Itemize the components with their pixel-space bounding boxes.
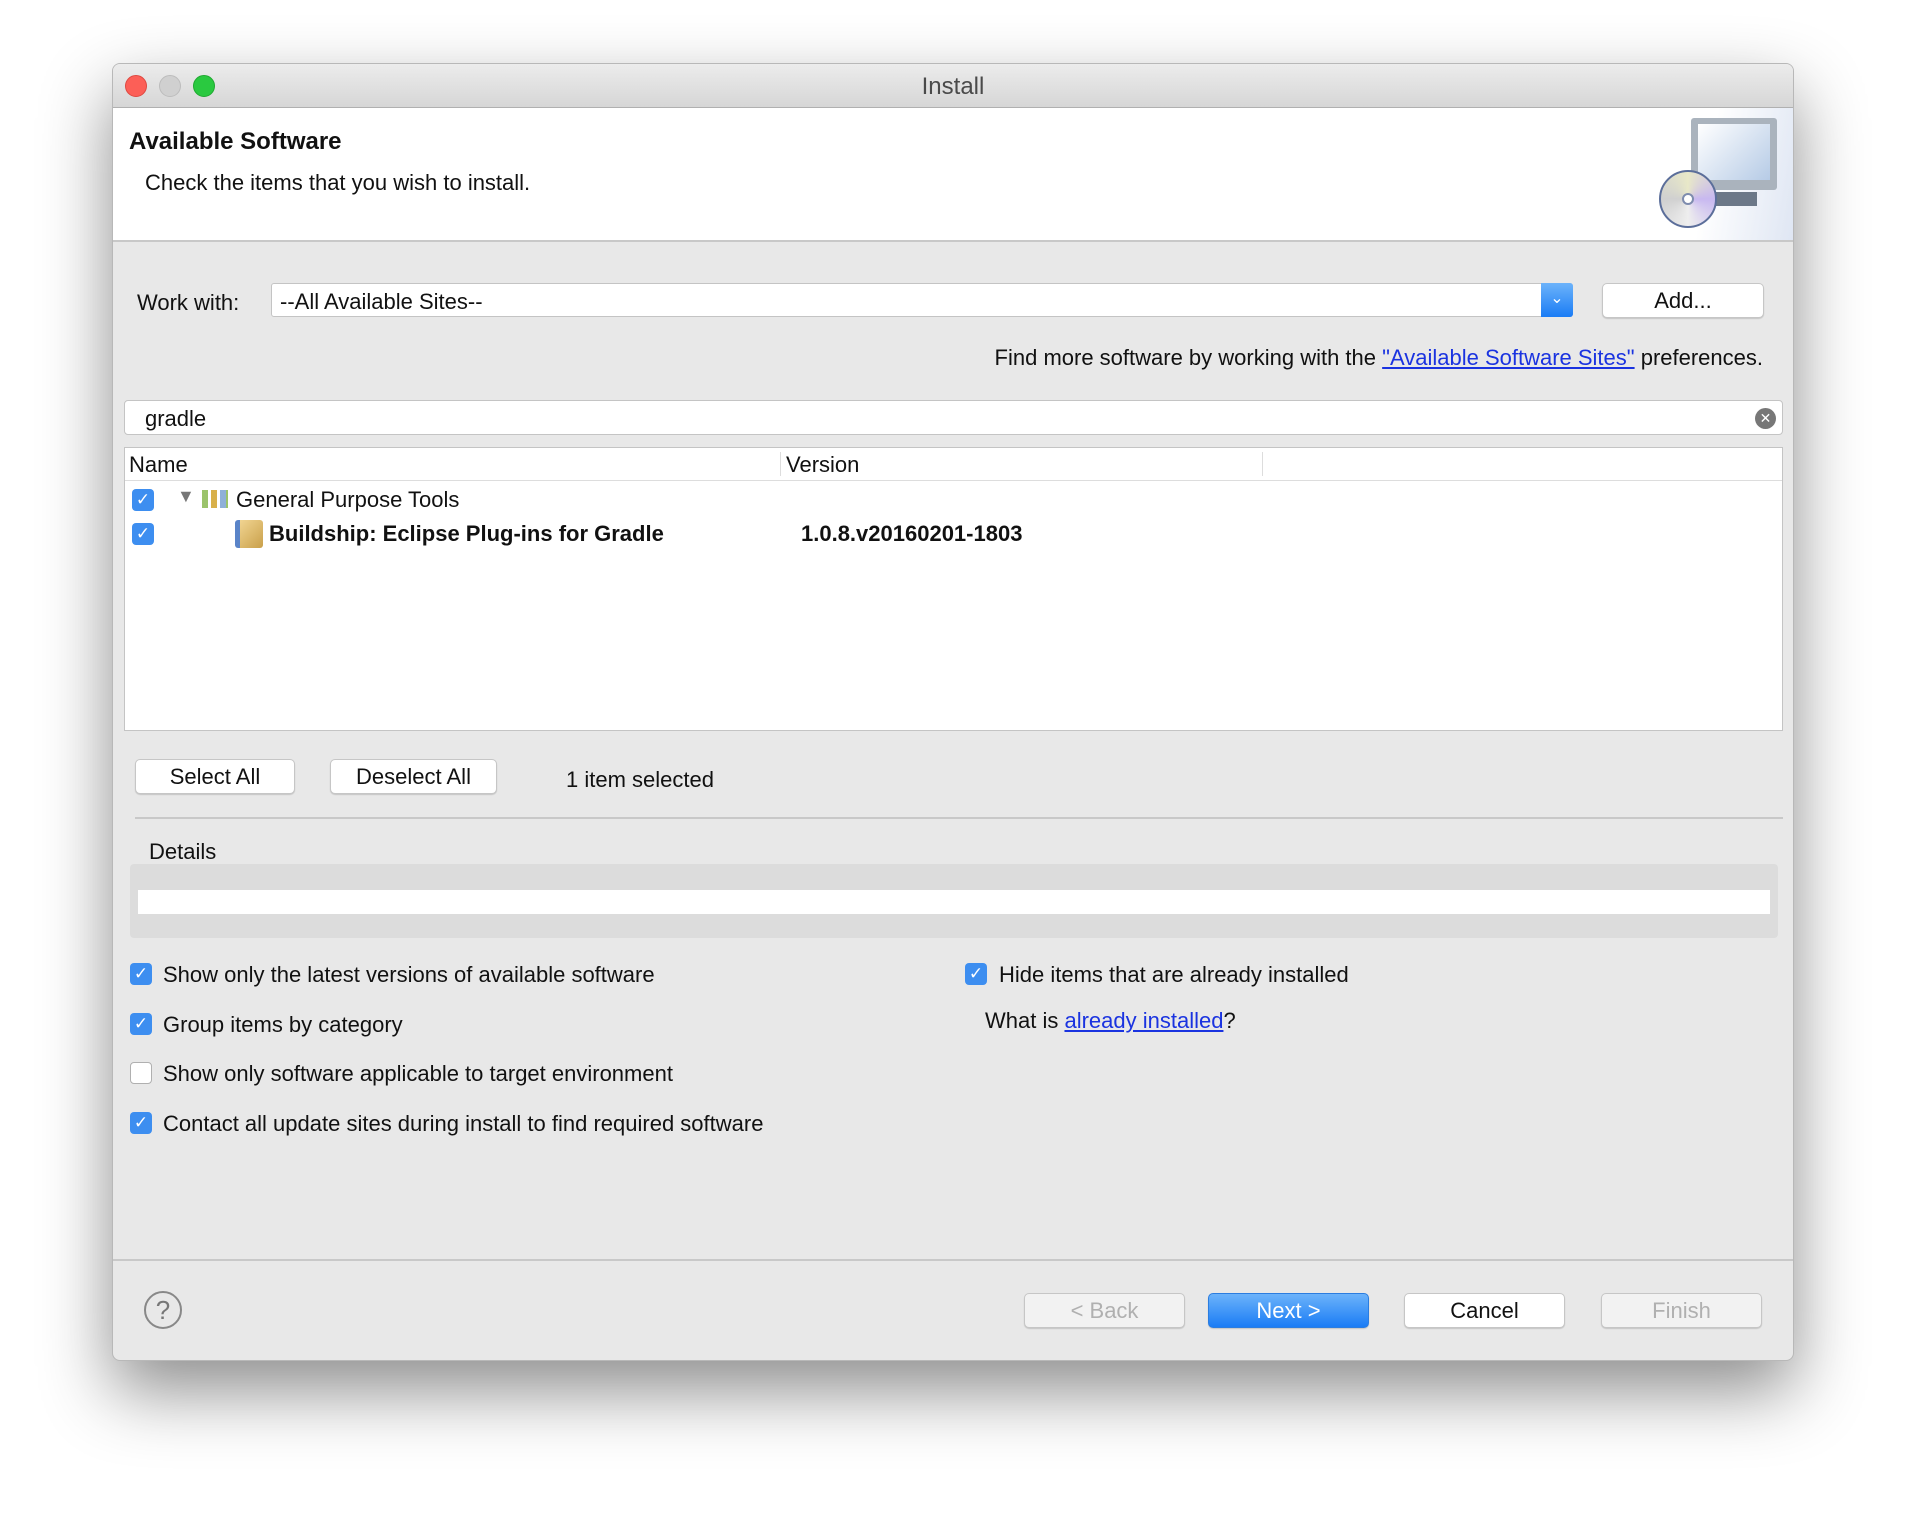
plugin-feature-icon [235, 520, 263, 548]
page-title: Available Software [129, 128, 342, 155]
details-label: Details [149, 839, 217, 864]
row-version: 1.0.8.v20160201-1803 [801, 521, 1023, 546]
work-with-value: --All Available Sites-- [280, 289, 483, 314]
option-checkbox-contact-sites[interactable]: ✓ [130, 1112, 152, 1134]
deselect-all-button[interactable]: Deselect All [330, 759, 497, 794]
clear-filter-icon[interactable]: ✕ [1755, 408, 1776, 429]
row-name: General Purpose Tools [236, 487, 460, 512]
back-button[interactable]: < Back [1024, 1293, 1185, 1328]
already-installed-link[interactable]: already installed [1064, 1008, 1223, 1033]
install-monitor-cd-icon [1653, 108, 1793, 240]
work-with-combo[interactable]: --All Available Sites-- ⌄ [271, 283, 1573, 317]
filter-value: gradle [145, 406, 207, 431]
filter-input[interactable]: gradle ✕ [124, 400, 1783, 435]
table-row[interactable]: ✓ Buildship: Eclipse Plug-ins for Gradle… [125, 517, 1782, 551]
option-label: Show only the latest versions of availab… [163, 962, 655, 987]
option-label: Contact all update sites during install … [163, 1111, 764, 1136]
expand-triangle-icon[interactable]: ▼ [177, 486, 195, 507]
option-checkbox-hide-installed[interactable]: ✓ [965, 963, 987, 985]
cancel-button[interactable]: Cancel [1404, 1293, 1565, 1328]
next-button[interactable]: Next > [1208, 1293, 1369, 1328]
option-label: Show only software applicable to target … [163, 1061, 673, 1086]
category-icon [202, 490, 228, 508]
window-title: Install [921, 73, 985, 100]
row-checkbox[interactable]: ✓ [132, 489, 154, 511]
divider [135, 817, 1783, 819]
select-all-button[interactable]: Select All [135, 759, 295, 794]
option-checkbox-target-env[interactable] [130, 1062, 152, 1084]
title-bar: Install [113, 64, 1793, 108]
installed-hint-suffix: ? [1223, 1008, 1236, 1033]
installed-hint: What is already installed? [985, 1008, 1236, 1034]
footer-divider [113, 1259, 1793, 1261]
row-checkbox[interactable]: ✓ [132, 523, 154, 545]
install-dialog: Install Available Software Check the ite… [112, 63, 1794, 1361]
software-table: Name Version ✓ ▼ General Purpose Tools ✓… [124, 447, 1783, 731]
selection-status: 1 item selected [566, 767, 714, 792]
table-row[interactable]: ✓ ▼ General Purpose Tools [125, 483, 1782, 517]
find-more-text: Find more software by working with the "… [995, 345, 1763, 371]
option-label: Group items by category [163, 1012, 403, 1037]
installed-hint-prefix: What is [985, 1008, 1065, 1033]
wizard-header: Available Software Check the items that … [113, 108, 1793, 242]
option-checkbox-group[interactable]: ✓ [130, 1013, 152, 1035]
chevron-down-icon[interactable]: ⌄ [1541, 283, 1573, 317]
option-label: Hide items that are already installed [999, 962, 1349, 987]
option-checkbox-latest[interactable]: ✓ [130, 963, 152, 985]
find-more-suffix: preferences. [1634, 345, 1763, 370]
find-more-prefix: Find more software by working with the [994, 345, 1383, 370]
finish-button[interactable]: Finish [1601, 1293, 1762, 1328]
column-name[interactable]: Name [129, 452, 188, 478]
row-name: Buildship: Eclipse Plug-ins for Gradle [269, 521, 664, 546]
work-with-label: Work with: [137, 290, 240, 315]
help-icon[interactable]: ? [144, 1291, 182, 1329]
details-text [138, 890, 1770, 914]
column-version[interactable]: Version [786, 452, 859, 478]
available-software-sites-link[interactable]: "Available Software Sites" [1382, 345, 1634, 370]
details-box [130, 864, 1778, 938]
table-header: Name Version [125, 448, 1782, 481]
add-site-button[interactable]: Add... [1602, 283, 1764, 318]
page-subtitle: Check the items that you wish to install… [145, 170, 531, 195]
